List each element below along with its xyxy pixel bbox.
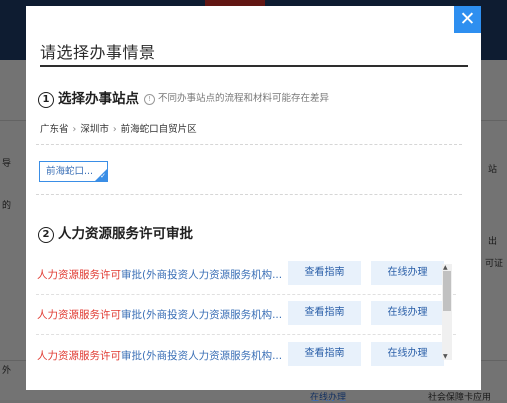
close-icon: ✕ <box>459 8 476 30</box>
info-icon: ! <box>144 94 155 105</box>
chevron-right-icon: › <box>72 124 77 135</box>
row-divider <box>36 294 456 295</box>
breadcrumb-province[interactable]: 广东省 <box>40 124 69 135</box>
matter-name-highlight: 人力资源服务许可 <box>37 269 121 281</box>
scroll-down-icon[interactable]: ▼ <box>443 353 448 360</box>
online-apply-button[interactable]: 在线办理 <box>371 261 444 285</box>
step1-title: 选择办事站点 <box>58 91 139 107</box>
breadcrumb: 广东省 › 深圳市 › 前海蛇口自贸片区 <box>40 121 197 135</box>
scroll-up-icon[interactable]: ▲ <box>443 264 448 271</box>
row-divider <box>36 334 456 335</box>
matter-name-highlight: 人力资源服务许可 <box>37 350 121 362</box>
scrollbar[interactable]: ▲ ▼ <box>442 264 452 360</box>
list-item: 人力资源服务许可审批(外商投资人力资源服务机构... 查看指南 在线办理 <box>26 299 456 339</box>
scenario-dialog: ✕ 请选择办事情景 1 选择办事站点 ! 不同办事站点的流程和材料可能存在差异 广东… <box>26 6 481 390</box>
breadcrumb-city[interactable]: 深圳市 <box>80 124 109 135</box>
close-button[interactable]: ✕ <box>454 6 481 33</box>
online-apply-button[interactable]: 在线办理 <box>371 301 444 325</box>
step1-number: 1 <box>38 92 54 108</box>
step2-number: 2 <box>38 227 54 243</box>
matter-name-rest: 审批(外商投资人力资源服务机构... <box>121 269 283 281</box>
step2-title: 人力资源服务许可审批 <box>58 226 193 242</box>
matter-name[interactable]: 人力资源服务许可审批(外商投资人力资源服务机构... <box>37 348 285 363</box>
section-divider <box>36 194 462 195</box>
step1-hint-text: 不同办事站点的流程和材料可能存在差异 <box>158 93 330 104</box>
site-option-label: 前海蛇口... <box>46 166 94 177</box>
matter-name-rest: 审批(外商投资人力资源服务机构... <box>121 350 283 362</box>
chevron-right-icon: › <box>112 124 117 135</box>
online-apply-button[interactable]: 在线办理 <box>371 342 444 366</box>
list-item: 人力资源服务许可审批(外商投资人力资源服务机构... 查看指南 在线办理 <box>26 259 456 299</box>
dialog-title: 请选择办事情景 <box>40 43 156 62</box>
step1-hint: ! 不同办事站点的流程和材料可能存在差异 <box>144 90 329 105</box>
view-guide-button[interactable]: 查看指南 <box>288 261 361 285</box>
matter-name[interactable]: 人力资源服务许可审批(外商投资人力资源服务机构... <box>37 307 285 322</box>
scrollbar-thumb[interactable] <box>443 271 451 311</box>
matter-name[interactable]: 人力资源服务许可审批(外商投资人力资源服务机构... <box>37 267 285 282</box>
matter-name-highlight: 人力资源服务许可 <box>37 309 121 321</box>
breadcrumb-district[interactable]: 前海蛇口自贸片区 <box>121 124 197 135</box>
check-icon: ✓ <box>100 172 106 180</box>
step2-heading: 2 人力资源服务许可审批 <box>38 222 193 243</box>
step1-heading: 1 选择办事站点 <box>38 87 139 108</box>
matter-list[interactable]: 人力资源服务许可审批(外商投资人力资源服务机构... 查看指南 在线办理 人力资… <box>26 254 456 370</box>
view-guide-button[interactable]: 查看指南 <box>288 342 361 366</box>
title-divider <box>40 65 468 67</box>
view-guide-button[interactable]: 查看指南 <box>288 301 361 325</box>
site-option-selected[interactable]: 前海蛇口... ✓ <box>39 161 108 182</box>
list-item: 人力资源服务许可审批(外商投资人力资源服务机构... 查看指南 在线办理 <box>26 340 456 370</box>
section-divider <box>36 144 462 145</box>
matter-name-rest: 审批(外商投资人力资源服务机构... <box>121 309 283 321</box>
